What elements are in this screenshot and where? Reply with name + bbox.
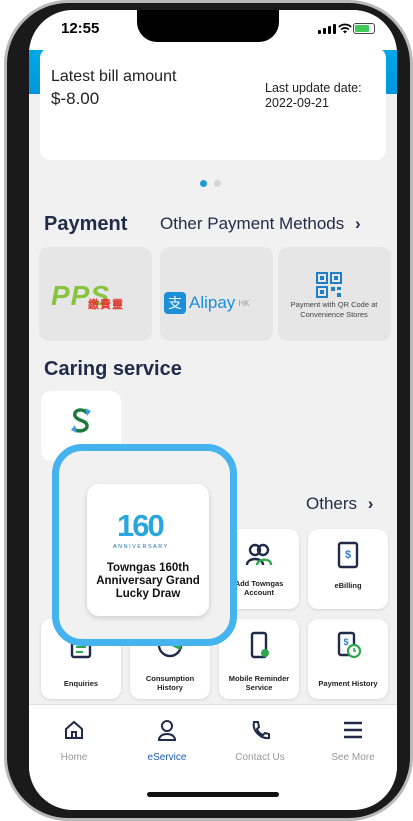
- app-screen: 12:55 Latest bill amount $-8.00 Last upd…: [29, 10, 397, 810]
- alipay-icon: 支 Alipay HK: [164, 292, 249, 314]
- svg-text:$: $: [343, 637, 348, 647]
- payment-title: Payment: [44, 213, 128, 235]
- payment-history-button[interactable]: $ Payment History: [308, 619, 388, 699]
- nav-contact-us[interactable]: Contact Us: [225, 719, 295, 763]
- chevron-right-icon: ›: [367, 494, 374, 513]
- signal-icon: [318, 24, 336, 34]
- other-payment-methods-label: Other Payment Methods: [160, 214, 345, 233]
- ebilling-label: eBilling: [334, 581, 362, 590]
- carousel-dot-active[interactable]: [200, 180, 207, 187]
- nav-eservice-label: eService: [147, 752, 187, 763]
- carousel-indicator[interactable]: [200, 180, 221, 187]
- alipay-logo-mark: 支: [164, 292, 186, 314]
- nav-see-more[interactable]: See More: [318, 719, 388, 763]
- user-icon: [157, 720, 177, 741]
- caring-service-title: Caring service: [44, 358, 182, 380]
- home-icon: [65, 720, 83, 739]
- pps-icon: PPS繳費靈: [51, 280, 124, 312]
- anniversary-logo-sub: ANNIVERSARY: [113, 544, 169, 550]
- svg-text:$: $: [345, 549, 351, 561]
- nav-home-label: Home: [60, 752, 88, 763]
- nav-eservice[interactable]: eService: [132, 719, 202, 763]
- payment-history-icon: $: [337, 631, 362, 659]
- caring-service-icon: [71, 408, 91, 433]
- anniversary-logo: 160: [117, 508, 165, 544]
- anniversary-logo-number: 160: [117, 508, 165, 543]
- alipay-logo-sub: HK: [238, 298, 250, 308]
- status-time: 12:55: [61, 20, 100, 37]
- phone-icon: [252, 721, 270, 740]
- enquiries-label: Enquiries: [63, 679, 99, 688]
- ebilling-button[interactable]: $ eBilling: [308, 529, 388, 609]
- alipay-logo-text: Alipay: [189, 293, 236, 312]
- status-bar: 12:55: [29, 10, 397, 50]
- qr-code-icon: [316, 272, 342, 298]
- pps-logo-sub: 繳費靈: [88, 299, 125, 311]
- nav-home[interactable]: Home: [39, 719, 109, 763]
- qr-payment-label: Payment with QR Code at Convenience Stor…: [290, 300, 378, 319]
- others-link[interactable]: Others ›: [306, 494, 373, 514]
- carousel-dot[interactable]: [214, 180, 221, 187]
- lucky-draw-button[interactable]: 160 ANNIVERSARY Towngas 160th Anniversar…: [87, 484, 209, 616]
- mobile-phone-icon: [250, 631, 269, 659]
- notch: [137, 10, 279, 42]
- bill-label: Latest bill amount: [51, 68, 177, 85]
- ebill-icon: $: [337, 541, 359, 569]
- chevron-right-icon: ›: [355, 214, 361, 233]
- home-indicator: [147, 792, 279, 797]
- users-icon: [245, 543, 273, 566]
- last-update-label: Last update date:: [265, 81, 362, 95]
- last-update-date: 2022-09-21: [265, 96, 329, 110]
- payment-history-label: Payment History: [318, 679, 378, 688]
- mobile-reminder-service-label: Mobile Reminder Service: [228, 674, 290, 692]
- phone-mockup: 12:55 Latest bill amount $-8.00 Last upd…: [0, 0, 413, 821]
- bill-amount: $-8.00: [51, 89, 100, 108]
- nav-contact-us-label: Contact Us: [235, 752, 285, 763]
- others-label: Others: [306, 494, 358, 513]
- wifi-icon: [338, 21, 352, 37]
- consumption-history-label: Consumption History: [145, 674, 195, 692]
- lucky-draw-label: Towngas 160th Anniversary Grand Lucky Dr…: [96, 562, 200, 600]
- other-payment-methods-link[interactable]: Other Payment Methods ›: [160, 214, 361, 234]
- menu-icon: [344, 721, 362, 739]
- battery-icon: [353, 23, 375, 34]
- nav-see-more-label: See More: [331, 752, 375, 763]
